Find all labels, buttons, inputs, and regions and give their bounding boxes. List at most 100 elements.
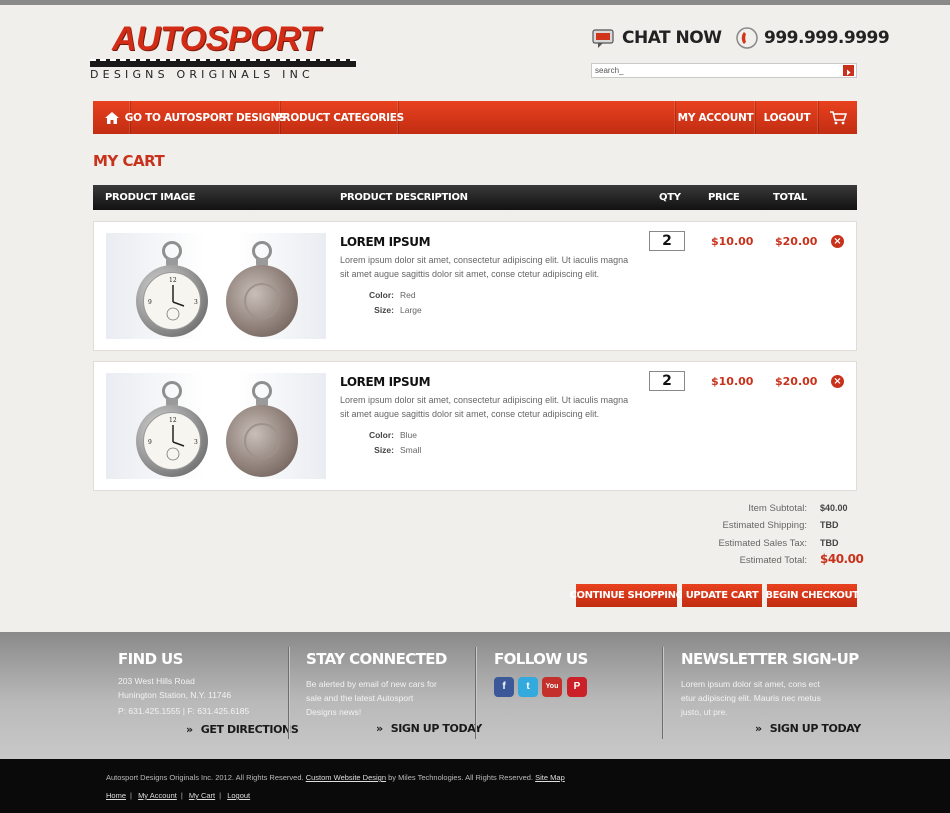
svg-text:9: 9 <box>148 439 152 446</box>
newsletter-title: NEWSLETTER SIGN-UP <box>681 650 859 668</box>
follow-us-title: FOLLOW US <box>494 650 588 668</box>
header-total: TOTAL <box>773 192 807 203</box>
total-value: $40.00 <box>820 552 864 566</box>
copyright-credit: by Miles Technologies. All Rights Reserv… <box>388 773 534 782</box>
size-label: Size: <box>374 305 394 315</box>
logo-stripe <box>90 59 356 67</box>
logo-title: AUTOSPORT <box>112 20 320 58</box>
color-value: Blue <box>400 430 418 440</box>
logo-subtitle: DESIGNS ORIGINALS INC <box>90 68 314 81</box>
header-qty: QTY <box>659 192 681 203</box>
pinterest-icon[interactable]: P <box>567 677 587 697</box>
youtube-icon[interactable]: You <box>542 677 562 697</box>
sign-up-link[interactable]: SIGN UP TODAY <box>376 722 483 735</box>
product-size: Size: Small <box>340 445 421 455</box>
size-value: Small <box>400 445 422 455</box>
header-product-description: PRODUCT DESCRIPTION <box>340 192 468 203</box>
search-input[interactable] <box>592 64 843 77</box>
header-product-image: PRODUCT IMAGE <box>105 192 196 203</box>
facebook-icon[interactable]: f <box>494 677 514 697</box>
tax-label: Estimated Sales Tax: <box>718 538 807 549</box>
update-cart-button[interactable]: UPDATE CART <box>682 584 762 607</box>
site-logo[interactable]: AUTOSPORT DESIGNS ORIGINALS INC <box>90 20 356 82</box>
nav-go-to-autosport[interactable]: GO TO AUTOSPORT DESIGNS <box>125 101 287 134</box>
svg-text:3: 3 <box>194 299 198 306</box>
footer-divider <box>288 647 289 739</box>
nav-logout[interactable]: LOGOUT <box>756 101 819 134</box>
footer-divider <box>475 647 476 739</box>
site-map-link[interactable]: Site Map <box>535 773 565 782</box>
product-size: Size: Large <box>340 305 422 315</box>
svg-text:12: 12 <box>169 417 177 424</box>
size-value: Large <box>400 305 422 315</box>
product-name[interactable]: LOREM IPSUM <box>340 375 431 389</box>
unit-price: $10.00 <box>711 235 754 248</box>
shipping-value: TBD <box>820 520 839 530</box>
pocket-watch-front: 12 3 9 <box>136 241 208 337</box>
product-image[interactable]: 12 3 9 <box>106 233 326 339</box>
copyright: Autosport Designs Originals Inc. 2012. A… <box>106 773 565 782</box>
phone-number: 999.999.9999 <box>736 26 890 50</box>
footer-divider <box>662 647 663 739</box>
arrow-right-icon <box>847 69 851 76</box>
twitter-icon[interactable]: t <box>518 677 538 697</box>
get-directions-link[interactable]: GET DIRECTIONS <box>186 723 299 736</box>
custom-website-design-link[interactable]: Custom Website Design <box>306 773 386 782</box>
address-line-1: 203 West Hills Road <box>118 676 195 686</box>
newsletter-text: Lorem ipsum dolor sit amet, cons ect etu… <box>681 679 821 717</box>
bottom-links: Home | My Account | My Cart | Logout <box>106 791 251 800</box>
product-description: Lorem ipsum dolor sit amet, consectetur … <box>340 255 629 279</box>
bottom-link-logout[interactable]: Logout <box>227 791 250 800</box>
chat-icon <box>592 29 614 48</box>
cart-table-header: PRODUCT IMAGE PRODUCT DESCRIPTION QTY PR… <box>93 185 857 210</box>
svg-text:9: 9 <box>148 299 152 306</box>
begin-checkout-button[interactable]: BEGIN CHECKOUT <box>765 584 859 607</box>
product-color: Color: Red <box>340 290 416 300</box>
page-title: MY CART <box>93 152 165 170</box>
color-label: Color: <box>368 430 394 440</box>
newsletter-sign-up-link[interactable]: SIGN UP TODAY <box>755 722 862 735</box>
color-value: Red <box>400 290 416 300</box>
remove-item-icon[interactable]: × <box>831 375 844 388</box>
address-line-2: Hunington Station, N.Y. 11746 <box>118 690 232 700</box>
chat-now-label: CHAT NOW <box>622 28 722 48</box>
nav-my-account[interactable]: MY ACCOUNT <box>676 101 756 134</box>
footer: FIND US 203 West Hills Road Hunington St… <box>0 632 950 759</box>
pocket-watch-back <box>226 381 298 477</box>
product-image[interactable]: 12 3 9 <box>106 373 326 479</box>
continue-shopping-button[interactable]: CONTINUE SHOPPING <box>570 584 684 607</box>
bottom-link-my-account[interactable]: My Account <box>138 791 177 800</box>
nav-spacer <box>399 101 676 134</box>
nav-product-categories[interactable]: PRODUCT CATEGORIES <box>275 101 404 134</box>
stay-connected-text: Be alerted by email of new cars for sale… <box>306 679 437 717</box>
bottom-link-my-cart[interactable]: My Cart <box>189 791 215 800</box>
top-border <box>0 0 950 5</box>
product-name[interactable]: LOREM IPSUM <box>340 235 431 249</box>
bottom-link-home[interactable]: Home <box>106 791 126 800</box>
nav-cart[interactable] <box>819 101 857 134</box>
subtotal-label: Item Subtotal: <box>748 503 807 514</box>
shipping-label: Estimated Shipping: <box>722 520 808 531</box>
size-label: Size: <box>374 445 394 455</box>
search-submit-button[interactable] <box>843 65 854 76</box>
svg-text:12: 12 <box>169 277 177 284</box>
home-icon <box>104 111 119 124</box>
total-label: Estimated Total: <box>739 555 807 566</box>
bottom-bar: Autosport Designs Originals Inc. 2012. A… <box>0 759 950 813</box>
color-label: Color: <box>368 290 394 300</box>
quantity-input[interactable] <box>649 371 685 391</box>
remove-item-icon[interactable]: × <box>831 235 844 248</box>
phone-label: 999.999.9999 <box>764 28 890 48</box>
quantity-input[interactable] <box>649 231 685 251</box>
cart-item: 12 3 9 LOREM IPSUM Lorem ipsum dolor sit… <box>93 361 857 491</box>
line-total: $20.00 <box>775 235 818 248</box>
cart-item: 12 3 9 LOREM IPSUM Lorem ipsum dolor sit… <box>93 221 857 351</box>
phone-fax: P: 631.425.1555 | F: 631.425.6185 <box>118 706 250 716</box>
main-nav: GO TO AUTOSPORT DESIGNS PRODUCT CATEGORI… <box>93 101 857 134</box>
pocket-watch-back <box>226 241 298 337</box>
svg-text:3: 3 <box>194 439 198 446</box>
product-description: Lorem ipsum dolor sit amet, consectetur … <box>340 395 629 419</box>
stay-connected-title: STAY CONNECTED <box>306 650 447 668</box>
chat-now-link[interactable]: CHAT NOW <box>592 26 722 50</box>
cart-icon <box>830 110 847 124</box>
